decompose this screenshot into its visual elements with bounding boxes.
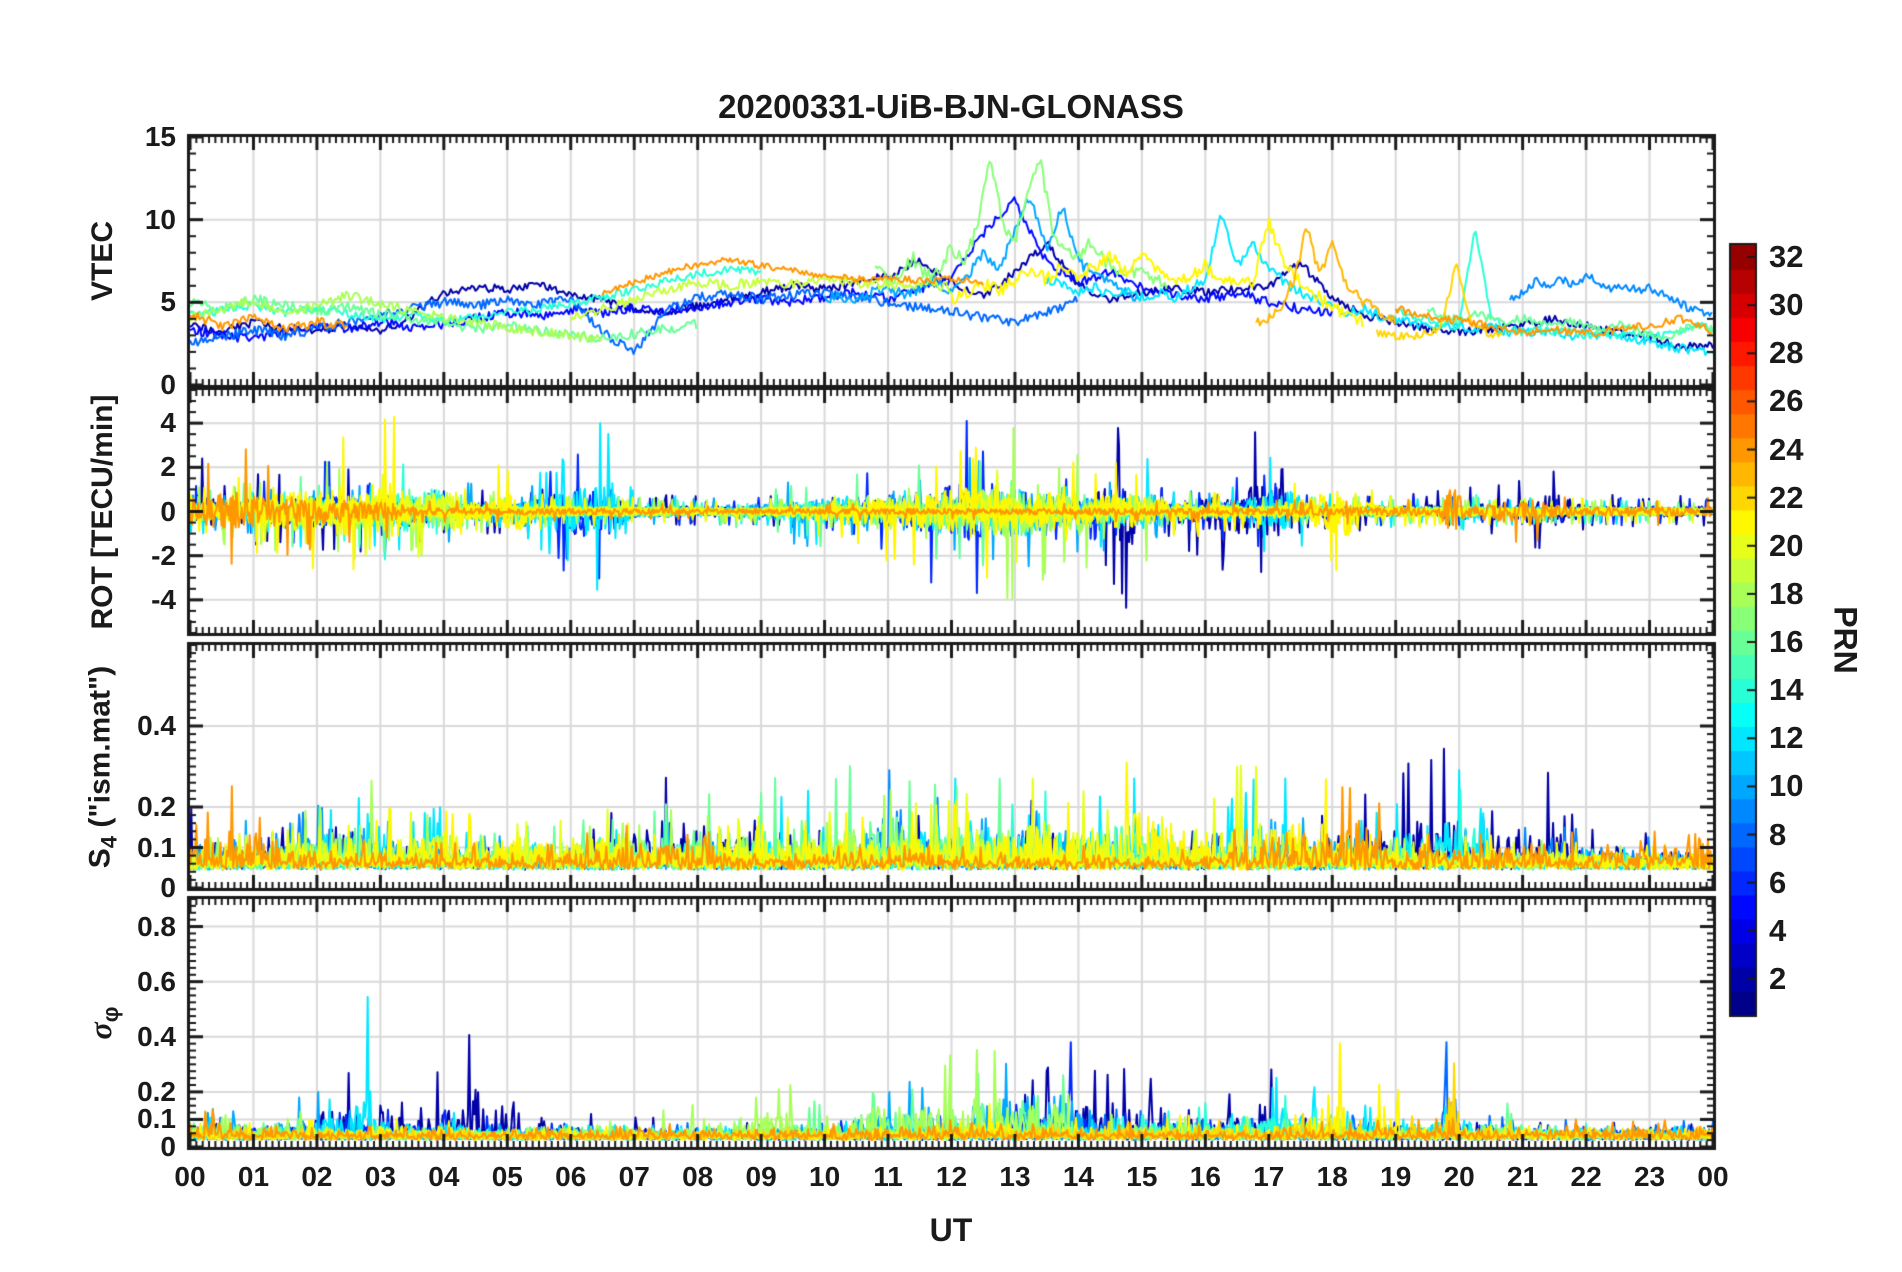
y-tick-label: 0.1 — [137, 1103, 176, 1135]
x-tick-label: 04 — [428, 1161, 460, 1192]
x-axis-label: UT — [929, 1212, 973, 1248]
y-tick-label: 15 — [144, 121, 176, 152]
colorbar-tick-label: 4 — [1769, 912, 1787, 948]
y-axis-label-s4: S4 ("ism.mat") — [83, 665, 122, 868]
x-tick-label: 23 — [1633, 1161, 1666, 1192]
x-tick-label: 00 — [1697, 1161, 1729, 1192]
y-tick-label: 0.8 — [137, 910, 176, 942]
x-tick-label: 12 — [935, 1161, 968, 1192]
y-tick-label: 0.2 — [137, 791, 176, 822]
colorbar-tick-label: 30 — [1769, 287, 1804, 323]
y-tick-label: 0.1 — [137, 831, 176, 863]
x-tick-label: 05 — [491, 1161, 523, 1192]
x-tick-label: 02 — [301, 1161, 333, 1192]
colorbar-tick-label: 2 — [1769, 960, 1787, 996]
x-tick-label: 06 — [555, 1161, 587, 1192]
x-tick-label: 20 — [1443, 1161, 1475, 1192]
colorbar-tick-label: 20 — [1769, 527, 1804, 563]
x-tick-label: 22 — [1570, 1161, 1602, 1192]
y-tick-label: 2 — [160, 451, 176, 483]
y-tick-label: -4 — [151, 583, 176, 615]
colorbar-label: PRN — [1827, 606, 1864, 674]
y-axis-label-vtec: VTEC — [86, 220, 119, 302]
y-tick-label: 0 — [160, 872, 176, 903]
y-tick-label: 0 — [160, 369, 176, 400]
y-axis-label-sigma-phi: σφ — [82, 1006, 123, 1040]
y-tick-label: 10 — [144, 203, 176, 235]
y-tick-label: 0.6 — [137, 965, 176, 997]
colorbar-tick-label: 14 — [1769, 672, 1804, 708]
colorbar-tick-label: 24 — [1769, 431, 1804, 467]
colorbar-tick-label: 26 — [1769, 383, 1804, 419]
y-tick-label: 0 — [160, 495, 176, 527]
y-tick-label: -2 — [151, 539, 176, 571]
y-axis-label-rot: ROT [TECU/min] — [86, 394, 119, 629]
x-tick-label: 09 — [745, 1161, 777, 1192]
colorbar-tick-label: 6 — [1769, 864, 1787, 900]
colorbar-tick-label: 16 — [1769, 624, 1804, 660]
x-tick-label: 13 — [999, 1161, 1031, 1192]
x-tick-label: 11 — [873, 1161, 903, 1192]
x-tick-label: 01 — [237, 1161, 270, 1192]
x-tick-label: 19 — [1380, 1161, 1412, 1192]
chart-title: 20200331-UiB-BJN-GLONASS — [718, 88, 1184, 125]
x-tick-label: 10 — [809, 1161, 841, 1192]
x-tick-label: 07 — [618, 1161, 650, 1192]
y-tick-label: 0.2 — [137, 1075, 176, 1107]
plot-canvas — [0, 0, 1902, 1272]
colorbar-tick-label: 8 — [1769, 816, 1787, 852]
x-tick-label: 21 — [1507, 1161, 1539, 1192]
y-tick-label: 5 — [160, 286, 176, 318]
y-tick-label: 0.4 — [137, 1020, 176, 1052]
x-tick-label: 08 — [682, 1161, 714, 1192]
y-tick-label: 0 — [160, 1131, 176, 1162]
colorbar-tick-label: 12 — [1769, 720, 1804, 756]
colorbar-tick-label: 18 — [1769, 575, 1804, 611]
x-tick-label: 15 — [1126, 1161, 1158, 1192]
x-tick-label: 00 — [174, 1161, 206, 1192]
colorbar-tick-label: 32 — [1769, 239, 1804, 275]
x-tick-label: 17 — [1253, 1161, 1285, 1192]
y-tick-label: 4 — [160, 407, 176, 439]
x-tick-label: 14 — [1062, 1161, 1094, 1192]
colorbar-tick-label: 10 — [1769, 768, 1804, 804]
x-tick-label: 18 — [1316, 1161, 1348, 1192]
colorbar-tick-label: 28 — [1769, 335, 1804, 371]
x-tick-label: 03 — [364, 1161, 396, 1192]
colorbar-tick-label: 22 — [1769, 479, 1804, 515]
y-tick-label: 0.4 — [137, 710, 176, 741]
figure: 20200331-UiB-BJN-GLONASS UT PRN 00 01 02 03… — [0, 0, 1902, 1272]
x-tick-label: 16 — [1189, 1161, 1221, 1192]
